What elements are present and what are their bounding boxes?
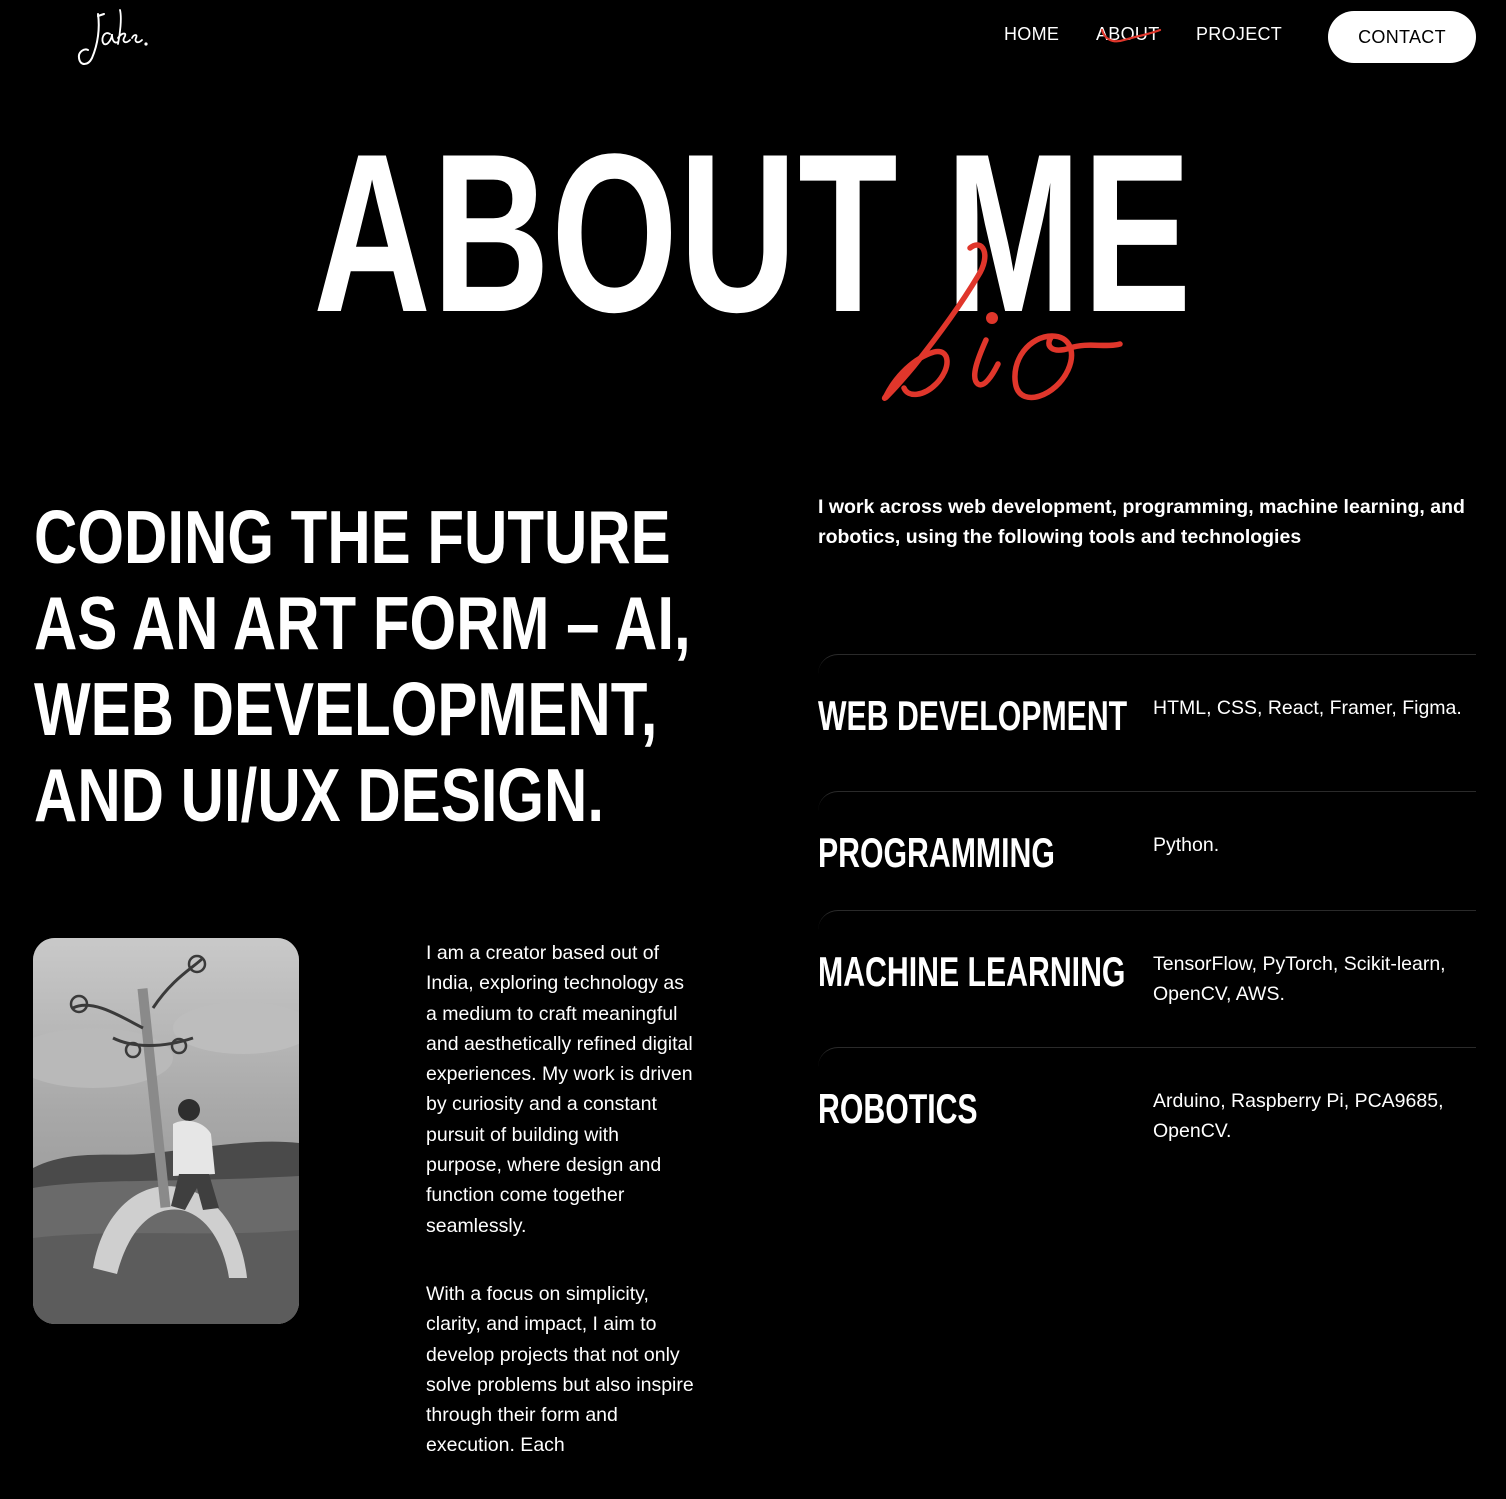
nav-project-link[interactable]: PROJECT <box>1196 24 1282 45</box>
profile-photo-image <box>33 938 299 1324</box>
tagline-heading: CODING THE FUTURE AS AN ART FORM – AI, W… <box>34 495 691 837</box>
skill-row-machine-learning: MACHINE LEARNING TensorFlow, PyTorch, Sc… <box>818 910 1476 1047</box>
nav-about-link[interactable]: ABOUT <box>1096 24 1160 45</box>
skill-row-robotics: ROBOTICS Arduino, Raspberry Pi, PCA9685,… <box>818 1047 1476 1178</box>
skills-intro: I work across web development, programmi… <box>818 496 1465 548</box>
bio-paragraph-2: With a focus on simplicity, clarity, and… <box>426 1282 694 1457</box>
skill-row-web-development: WEB DEVELOPMENT HTML, CSS, React, Framer… <box>818 654 1476 791</box>
nav-home-link[interactable]: HOME <box>1004 24 1059 45</box>
skill-name: PROGRAMMING <box>818 829 1055 876</box>
bio-text: I am a creator based out of India, explo… <box>426 938 696 1499</box>
contact-button[interactable]: CONTACT <box>1328 11 1476 63</box>
skill-name: MACHINE LEARNING <box>818 948 1126 995</box>
skill-tools: HTML, CSS, React, Framer, Figma. <box>1153 697 1462 719</box>
profile-photo <box>33 938 299 1324</box>
skill-tools: Arduino, Raspberry Pi, PCA9685, OpenCV. <box>1153 1090 1444 1142</box>
skill-name: WEB DEVELOPMENT <box>818 692 1128 739</box>
top-nav: HOME ABOUT PROJECT CONTACT <box>0 0 1506 74</box>
skill-tools: TensorFlow, PyTorch, Scikit-learn, OpenC… <box>1153 953 1446 1005</box>
skills-list: WEB DEVELOPMENT HTML, CSS, React, Framer… <box>818 654 1476 1178</box>
skill-row-programming: PROGRAMMING Python. <box>818 791 1476 910</box>
page-title: ABOUT ME <box>313 106 1193 359</box>
skill-name: ROBOTICS <box>818 1085 978 1132</box>
bio-paragraph-1: I am a creator based out of India, explo… <box>426 942 693 1237</box>
skill-tools: Python. <box>1153 834 1220 856</box>
